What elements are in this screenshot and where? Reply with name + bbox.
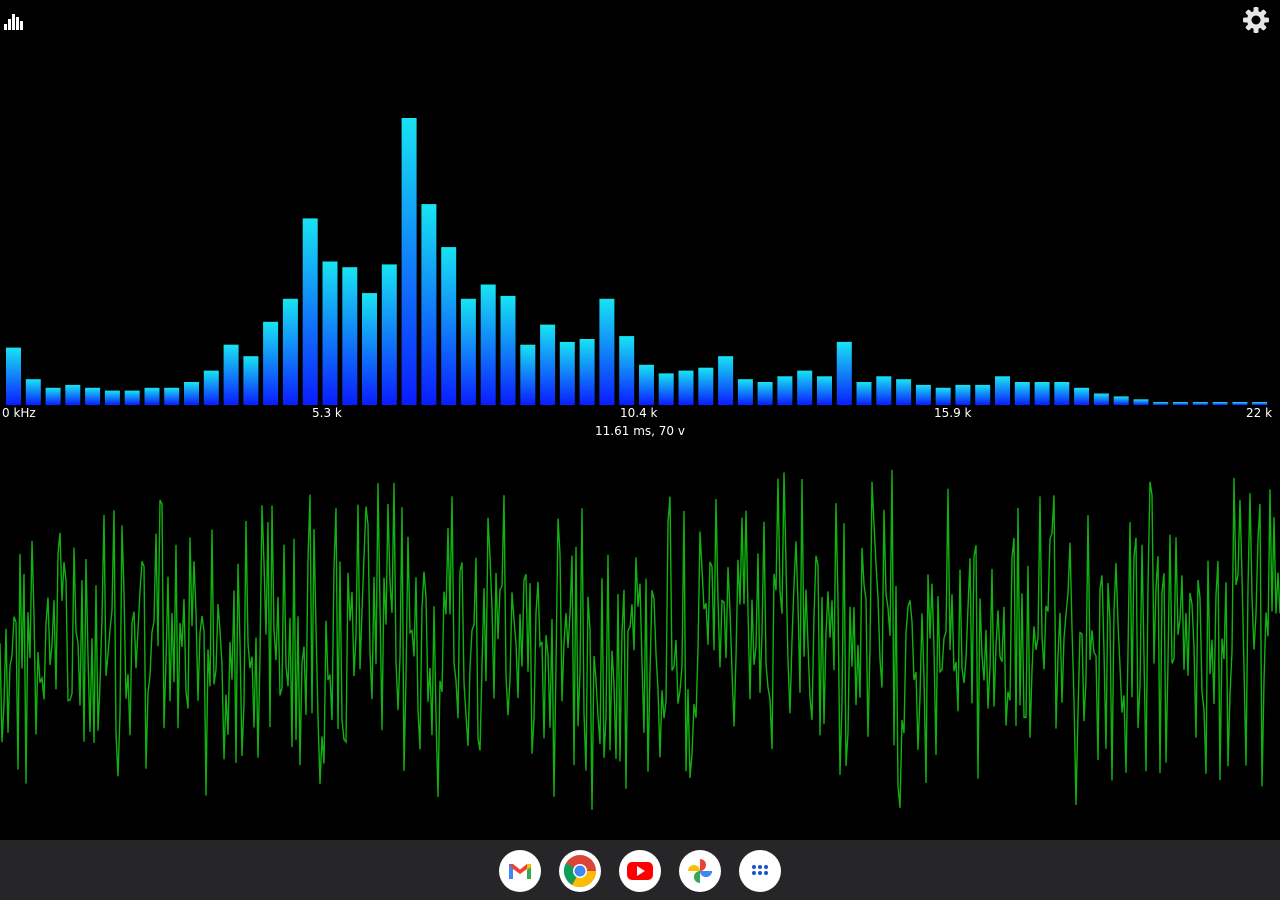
spectrum-bar xyxy=(1014,382,1030,405)
spectrum-bar xyxy=(955,384,971,405)
spectrum-bar xyxy=(995,376,1010,405)
spectrum-bar xyxy=(500,295,516,405)
spectrum-bar xyxy=(718,356,734,405)
spectrum-bar xyxy=(480,284,496,405)
gmail-icon xyxy=(509,864,531,879)
spectrum-bar xyxy=(757,382,773,405)
spectrum-bar xyxy=(559,341,575,405)
spectrum-bar xyxy=(243,356,259,405)
spectrum-bar xyxy=(362,293,377,405)
spectrum-bar xyxy=(540,324,556,405)
spectrum-bar xyxy=(876,376,892,405)
waveform-display xyxy=(0,469,1280,811)
spectrum-bar xyxy=(698,367,714,405)
spectrum-bar xyxy=(45,387,61,405)
spectrum-bar xyxy=(836,341,852,405)
spectrum-bar xyxy=(421,204,437,405)
spectrum-bar xyxy=(124,390,140,405)
spectrum-bar xyxy=(1192,402,1208,405)
spectrum-bar xyxy=(1093,393,1109,405)
spectrum-bars xyxy=(6,118,1268,405)
spectrum-bar xyxy=(282,298,298,405)
spectrum-bar xyxy=(441,247,457,405)
photos-app-button[interactable] xyxy=(679,850,721,892)
gmail-app-button[interactable] xyxy=(499,850,541,892)
spectrum-bar xyxy=(1153,402,1169,405)
spectrum-bar xyxy=(975,384,991,405)
spectrum-bar xyxy=(639,364,654,405)
spectrum-bar xyxy=(203,370,219,405)
waveform-trace xyxy=(0,469,1280,811)
spectrum-bar xyxy=(856,382,872,405)
spectrum-bar xyxy=(263,321,279,405)
spectrum-bar xyxy=(1113,396,1129,405)
spectrum-bar xyxy=(223,344,239,405)
chrome-app-button[interactable] xyxy=(559,850,601,892)
spectrum-bar xyxy=(579,339,595,405)
photos-icon xyxy=(688,859,712,883)
spectrum-bar xyxy=(1232,402,1248,405)
spectrum-bar xyxy=(737,379,753,405)
spectrum-bar xyxy=(1054,382,1070,405)
spectrum-bar xyxy=(777,376,793,405)
spectrum-bar xyxy=(184,382,199,405)
spectrum-bar xyxy=(896,379,912,405)
spectrum-bar xyxy=(1212,402,1228,405)
spectrum-bar xyxy=(401,118,417,405)
tick-label: 22 k xyxy=(1246,406,1273,420)
chrome-icon xyxy=(563,855,597,888)
spectrum-bar xyxy=(460,298,476,405)
tick-label: 15.9 k xyxy=(934,406,972,420)
spectrum-bar xyxy=(520,344,536,405)
spectrum-bar xyxy=(65,384,81,405)
spectrum-bar xyxy=(85,387,101,405)
spectrum-bar xyxy=(1252,402,1268,405)
spectrum-bar xyxy=(144,387,160,405)
tick-label: 0 kHz xyxy=(2,406,36,420)
spectrum-bar xyxy=(678,370,694,405)
spectrum-chart xyxy=(6,118,1268,405)
taskbar xyxy=(0,840,1280,900)
spectrum-bar xyxy=(658,373,674,405)
spectrum-bar xyxy=(381,264,397,405)
spectrum-bar xyxy=(1173,402,1188,405)
spectrum-bar xyxy=(915,384,931,405)
spectrum-bar xyxy=(342,267,358,405)
spectrum-bar xyxy=(302,218,318,405)
app-drawer-button[interactable] xyxy=(739,850,781,892)
timing-readout: 11.61 ms, 70 v xyxy=(595,424,685,438)
spectrum-bar xyxy=(1074,387,1090,405)
spectrum-bar xyxy=(935,387,951,405)
spectrum-bar xyxy=(1034,382,1050,405)
spectrum-bar xyxy=(322,261,338,405)
tick-label: 5.3 k xyxy=(312,406,342,420)
spectrum-bar xyxy=(619,336,635,405)
spectrum-bar xyxy=(25,379,41,405)
spectrum-bar xyxy=(164,387,180,405)
spectrum-bar xyxy=(817,376,832,405)
spectrum-bar xyxy=(6,347,21,405)
spectrum-bar xyxy=(104,390,120,405)
spectrum-bar xyxy=(599,298,615,405)
apps-grid-icon xyxy=(752,865,768,875)
youtube-app-button[interactable] xyxy=(619,850,661,892)
spectrum-bar xyxy=(797,370,813,405)
tick-label: 10.4 k xyxy=(620,406,658,420)
spectrum-bar xyxy=(1133,399,1149,405)
youtube-icon xyxy=(627,862,653,880)
